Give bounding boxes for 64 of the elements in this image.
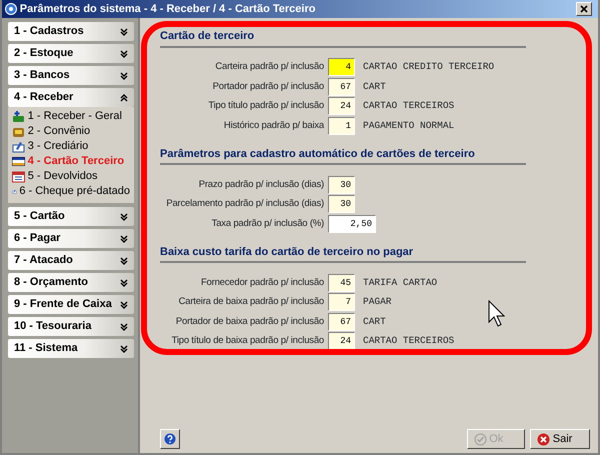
group-header[interactable]: 6 - Pagar [8,229,134,248]
field-label: Carteira de baixa padrão p/ inclusão [178,295,325,310]
card-icon [12,155,25,168]
field-label: Portador padrão p/ inclusão [212,80,325,94]
input-field[interactable]: 30 [328,176,355,194]
field-label: Fornecedor padrão p/ inclusão [200,276,325,290]
group-header[interactable]: 11 - Sistema [8,339,134,358]
field-label: Portador de baixa padrão p/ inclusão [174,314,325,329]
field-description: CARTAO CREDITO TERCEIRO [363,60,494,74]
input-field[interactable]: 67 [328,312,355,331]
calendar-icon [12,170,25,183]
field-description: CART [363,80,386,94]
group-header[interactable]: 5 - Cartão [8,207,134,226]
close-button[interactable] [576,2,592,16]
window-title: Parâmetros do sistema - 4 - Receber / 4 - Cartão Terceiro [20,2,316,17]
field-description: PAGAR [363,295,392,310]
section-title: Cartão de terceiro [160,28,526,48]
close-icon [580,4,588,13]
app-icon [5,3,17,15]
field-label: Prazo padrão p/ inclusão (dias) [198,178,325,192]
help-button[interactable] [160,429,180,449]
field-description: CARTAO TERCEIROS [363,334,454,348]
bag-icon [12,125,25,138]
field-label: Tipo título de baixa padrão p/ inclusão [170,334,325,348]
section-title: Baixa custo tarifa do cartão de terceiro no pagar [160,244,526,263]
sidebar-item[interactable]: 5 - Devolvidos [8,169,134,184]
input-field[interactable]: 24 [328,332,355,350]
group-header[interactable]: 1 - Cadastros [8,22,134,41]
group-header[interactable]: 2 - Estoque [8,44,134,63]
field-label: Parcelamento padrão p/ inclusão (dias) [165,197,325,212]
group-header[interactable]: 8 - Orçamento [8,273,134,292]
sidebar-item[interactable]: 1 - Receber - Geral [8,109,134,124]
input-field[interactable]: 30 [328,195,355,214]
sidebar-item[interactable]: 2 - Convênio [8,124,134,139]
money-icon [12,110,25,123]
input-field[interactable]: 1 [328,116,355,135]
field-label: Taxa padrão p/ inclusão (%) [210,216,325,231]
sidebar-item[interactable]: 6 - Cheque pré-datado [8,184,134,199]
field-description: CART [363,314,386,329]
check-icon [474,432,486,446]
sidebar-item[interactable]: 3 - Crediário [8,139,134,154]
input-field[interactable]: 7 [328,293,355,312]
group-header[interactable]: 10 - Tesouraria [8,317,134,336]
input-field[interactable]: 67 [328,78,355,96]
field-label: Tipo título padrão p/ inclusão [207,99,325,114]
input-field[interactable]: 2,50 [328,214,376,233]
close-icon [537,432,550,446]
group-header[interactable]: 9 - Frente de Caixa [8,295,134,314]
input-field[interactable]: 24 [328,97,355,116]
exit-button[interactable]: Sair [530,429,590,449]
document-icon [12,140,25,153]
group-header[interactable]: 4 - Receber [8,88,134,107]
help-icon [164,433,176,445]
input-field[interactable]: 4 [328,58,355,76]
cursor-icon [488,300,506,328]
section-title: Parâmetros para cadastro automático de cartões de terceiro [160,146,526,165]
group-header[interactable]: 3 - Bancos [8,66,134,85]
field-description: CARTAO TERCEIROS [363,99,454,114]
field-label: Histórico padrão p/ baixa [222,118,326,133]
field-label: Carteira padrão p/ inclusão [214,60,325,74]
group-header[interactable]: 7 - Atacado [8,251,134,270]
field-description: TARIFA CARTAO [363,276,438,290]
field-description: PAGAMENTO NORMAL [363,118,454,133]
input-field[interactable]: 45 [328,274,355,292]
